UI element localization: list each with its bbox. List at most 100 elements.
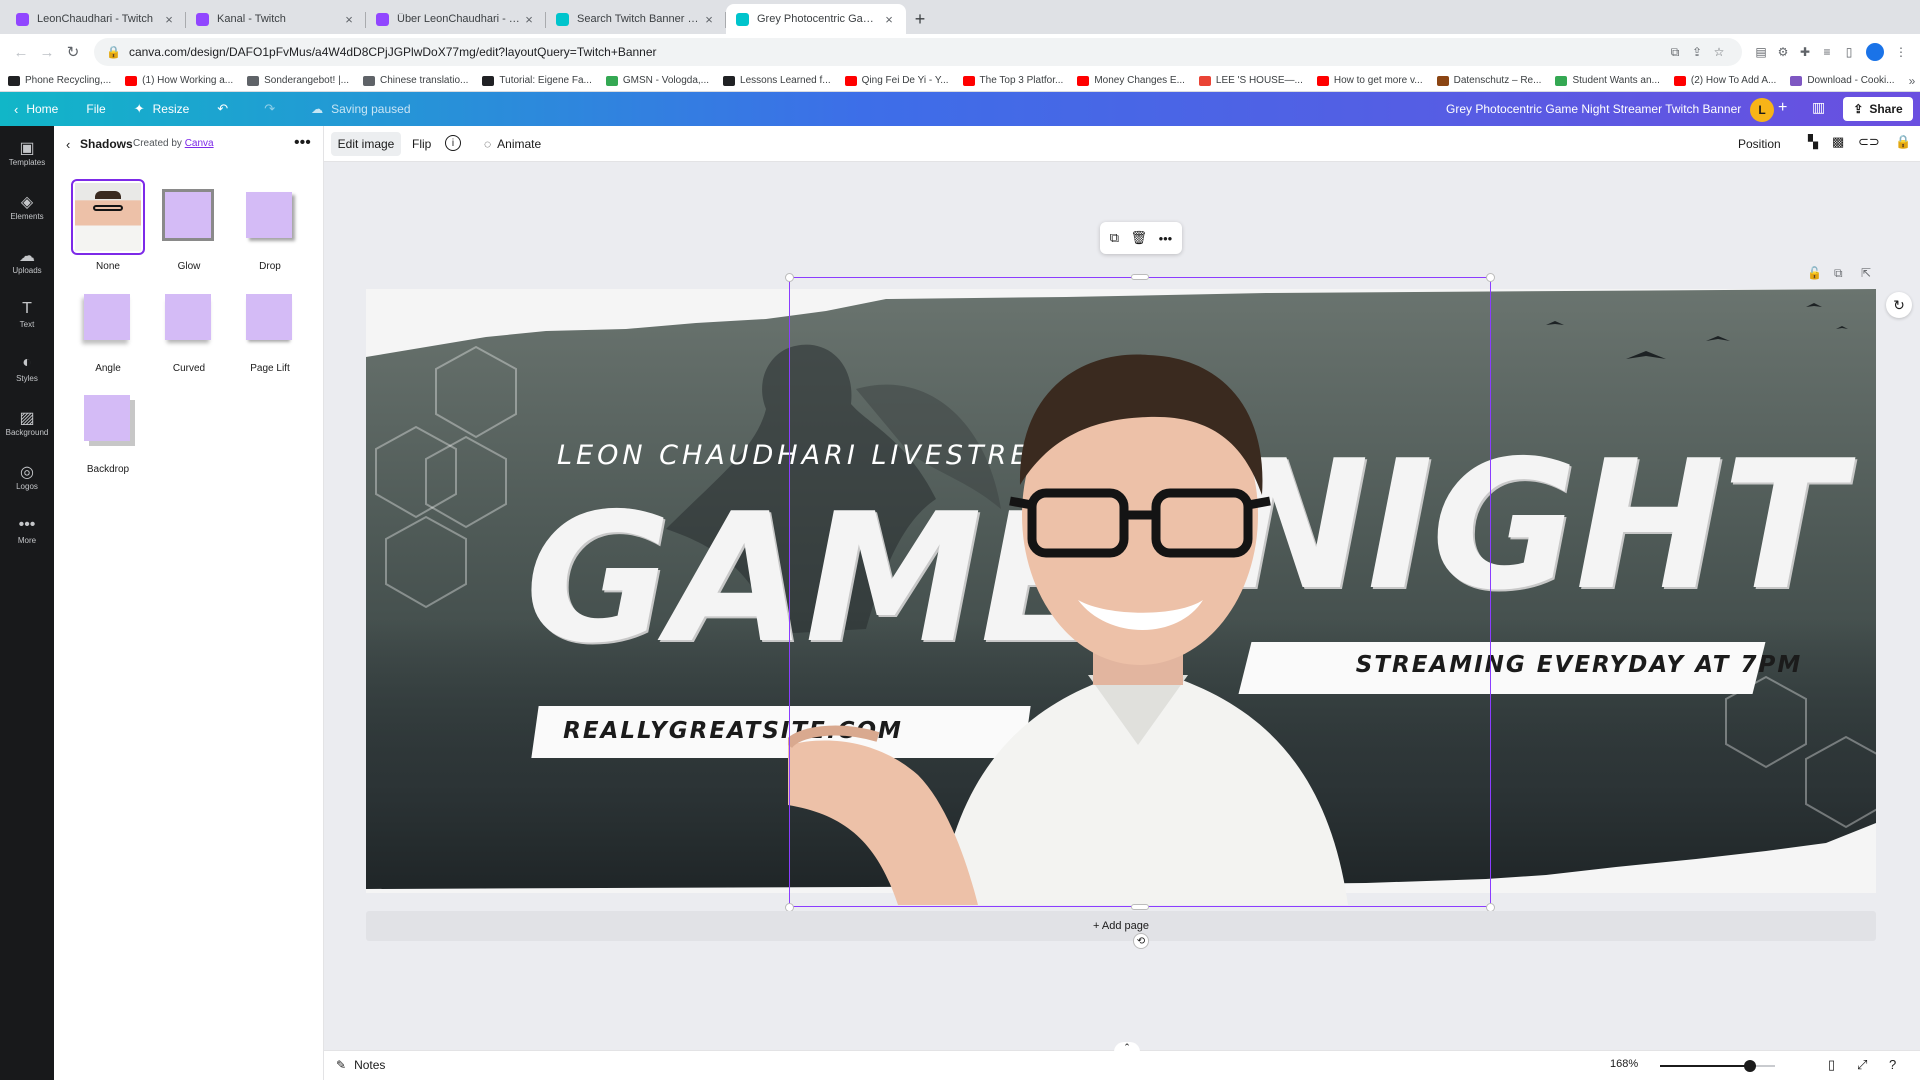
info-icon[interactable]: i xyxy=(445,135,461,151)
bookmark-item[interactable]: (2) How To Add A... xyxy=(1673,75,1776,86)
bookmark-item[interactable]: Student Wants an... xyxy=(1555,75,1660,86)
edit-image-button[interactable]: Edit image xyxy=(331,132,401,156)
close-icon[interactable]: × xyxy=(342,12,356,27)
shadow-option-page-lift[interactable] xyxy=(233,281,307,357)
new-tab-button[interactable]: + xyxy=(906,4,934,34)
close-icon[interactable]: × xyxy=(162,12,176,27)
home-button[interactable]: ‹ Home xyxy=(14,102,58,117)
rail-item-styles[interactable]: ◐ Styles xyxy=(0,354,54,383)
bookmark-item[interactable]: Qing Fei De Yi - Y... xyxy=(844,75,949,86)
extension-icon[interactable]: ⚙ xyxy=(1772,45,1794,59)
animate-button[interactable]: ◌ Animate xyxy=(484,132,541,156)
file-menu-button[interactable]: File xyxy=(86,102,105,116)
bookmark-item[interactable]: Sonderangebot! |... xyxy=(247,75,349,86)
share-button[interactable]: ⇪ Share xyxy=(1843,97,1913,121)
add-page-icon[interactable]: ⇱ xyxy=(1861,266,1871,280)
shadow-option-none[interactable] xyxy=(71,179,145,255)
menu-kebab-icon[interactable]: ⋮ xyxy=(1890,45,1912,59)
resize-handle-top-right[interactable] xyxy=(1486,273,1495,282)
browser-tab-4[interactable]: Search Twitch Banner - Canva× xyxy=(546,4,726,34)
reload-icon[interactable]: ↻ xyxy=(60,43,86,61)
creator-link[interactable]: Canva xyxy=(185,138,214,149)
bookmark-item[interactable]: Money Changes E... xyxy=(1077,75,1185,86)
share-page-icon[interactable]: ⇪ xyxy=(1686,45,1708,59)
forward-icon[interactable]: → xyxy=(34,44,60,61)
resize-handle-top[interactable] xyxy=(1131,274,1149,280)
resize-button[interactable]: ✦ Resize xyxy=(134,101,190,117)
resize-handle-top-left[interactable] xyxy=(785,273,794,282)
shadow-option-angle[interactable] xyxy=(71,281,145,357)
duplicate-page-icon[interactable]: ⧉ xyxy=(1834,266,1843,281)
user-avatar[interactable]: L xyxy=(1750,98,1774,122)
rail-item-uploads[interactable]: ☁ Uploads xyxy=(0,246,54,275)
back-chevron-icon[interactable]: ‹ xyxy=(66,137,70,152)
browser-tab-5[interactable]: Grey Photocentric Game Night× xyxy=(726,4,906,34)
translate-icon[interactable]: ⧉ xyxy=(1664,45,1686,60)
shadow-option-glow[interactable] xyxy=(152,179,226,255)
browser-tab-3[interactable]: Über LeonChaudhari - Twitch× xyxy=(366,4,546,34)
zoom-slider[interactable] xyxy=(1660,1060,1775,1072)
zoom-value[interactable]: 168% xyxy=(1610,1058,1638,1070)
close-icon[interactable]: × xyxy=(522,12,536,27)
redo-button[interactable]: ↷ xyxy=(264,101,283,117)
bookmark-star-icon[interactable]: ☆ xyxy=(1708,45,1730,59)
add-collaborator-icon[interactable]: + xyxy=(1778,99,1787,117)
rail-item-background[interactable]: ▨ Background xyxy=(0,408,54,437)
close-icon[interactable]: × xyxy=(702,12,716,27)
chevron-up-icon[interactable]: ⌃ xyxy=(1114,1042,1140,1052)
puzzle-icon[interactable]: ✚ xyxy=(1794,45,1816,59)
bookmark-item[interactable]: Lessons Learned f... xyxy=(723,75,831,86)
bookmark-item[interactable]: Download - Cooki... xyxy=(1790,75,1895,86)
flip-button[interactable]: Flip xyxy=(412,132,431,156)
rail-item-elements[interactable]: ◈ Elements xyxy=(0,192,54,221)
more-horizontal-icon[interactable]: ••• xyxy=(1159,231,1173,246)
paint-roller-icon[interactable]: ▚ xyxy=(1808,134,1818,150)
more-options-icon[interactable]: ••• xyxy=(294,134,311,152)
help-icon[interactable]: ? xyxy=(1889,1057,1896,1072)
undo-button[interactable]: ↶ xyxy=(217,101,236,117)
shadow-option-drop[interactable] xyxy=(233,179,307,255)
zoom-slider-knob[interactable] xyxy=(1743,1060,1756,1072)
duplicate-icon[interactable]: ⧉ xyxy=(1110,230,1119,246)
notes-button[interactable]: ✎ Notes xyxy=(336,1058,385,1072)
add-page-button[interactable]: + Add page xyxy=(366,911,1876,941)
rail-item-more[interactable]: ••• More xyxy=(0,516,54,545)
profile-avatar[interactable] xyxy=(1866,43,1884,61)
bookmark-item[interactable]: Tutorial: Eigene Fa... xyxy=(482,75,592,86)
bookmark-item[interactable]: Datenschutz – Re... xyxy=(1436,75,1541,86)
rail-item-logos[interactable]: ◎ Logos xyxy=(0,462,54,491)
resize-handle-bottom[interactable] xyxy=(1131,904,1149,910)
reading-list-icon[interactable]: ≡ xyxy=(1816,45,1838,59)
shadow-option-curved[interactable] xyxy=(152,281,226,357)
bookmark-item[interactable]: Phone Recycling,... xyxy=(8,75,111,86)
extension-icon[interactable]: ▤ xyxy=(1750,45,1772,59)
shadow-option-backdrop[interactable] xyxy=(71,382,145,458)
close-icon[interactable]: × xyxy=(882,12,896,27)
rotate-icon[interactable]: ⟲ xyxy=(1133,933,1149,949)
bookmark-item[interactable]: (1) How Working a... xyxy=(125,75,233,86)
transparency-icon[interactable]: ▩ xyxy=(1832,134,1844,150)
insights-icon[interactable]: ▥ xyxy=(1812,99,1825,116)
trash-icon[interactable]: 🗑 xyxy=(1131,230,1148,246)
sidebar-icon[interactable]: ▯ xyxy=(1838,45,1860,59)
url-field[interactable]: 🔒 canva.com/design/DAFO1pFvMus/a4W4dD8CP… xyxy=(94,38,1742,66)
back-icon[interactable]: ← xyxy=(8,44,34,61)
bookmark-item[interactable]: How to get more v... xyxy=(1316,75,1423,86)
bookmark-item[interactable]: Chinese translatio... xyxy=(363,75,468,86)
lock-icon[interactable]: 🔒 xyxy=(1895,134,1911,150)
refresh-icon[interactable]: ↻ xyxy=(1886,292,1912,318)
browser-tab-2[interactable]: Kanal - Twitch × xyxy=(186,4,366,34)
position-button[interactable]: Position xyxy=(1738,132,1781,156)
rail-item-text[interactable]: T Text xyxy=(0,300,54,329)
bookmark-item[interactable]: GMSN - Vologda,... xyxy=(605,75,709,86)
design-title[interactable]: Grey Photocentric Game Night Streamer Tw… xyxy=(1446,92,1741,126)
bookmark-item[interactable]: LEE 'S HOUSE—... xyxy=(1198,75,1303,86)
rail-item-templates[interactable]: ▣ Templates xyxy=(0,138,54,167)
bookmarks-overflow-icon[interactable]: » xyxy=(1909,74,1916,88)
lock-page-icon[interactable]: 🔓 xyxy=(1807,266,1822,280)
fullscreen-icon[interactable]: ⤢ xyxy=(1857,1057,1867,1073)
browser-tab-1[interactable]: LeonChaudhari - Twitch × xyxy=(6,4,186,34)
bookmark-item[interactable]: The Top 3 Platfor... xyxy=(962,75,1063,86)
link-icon[interactable]: ⊂⊃ xyxy=(1858,134,1880,150)
page-count-icon[interactable]: ▯ xyxy=(1828,1057,1835,1073)
